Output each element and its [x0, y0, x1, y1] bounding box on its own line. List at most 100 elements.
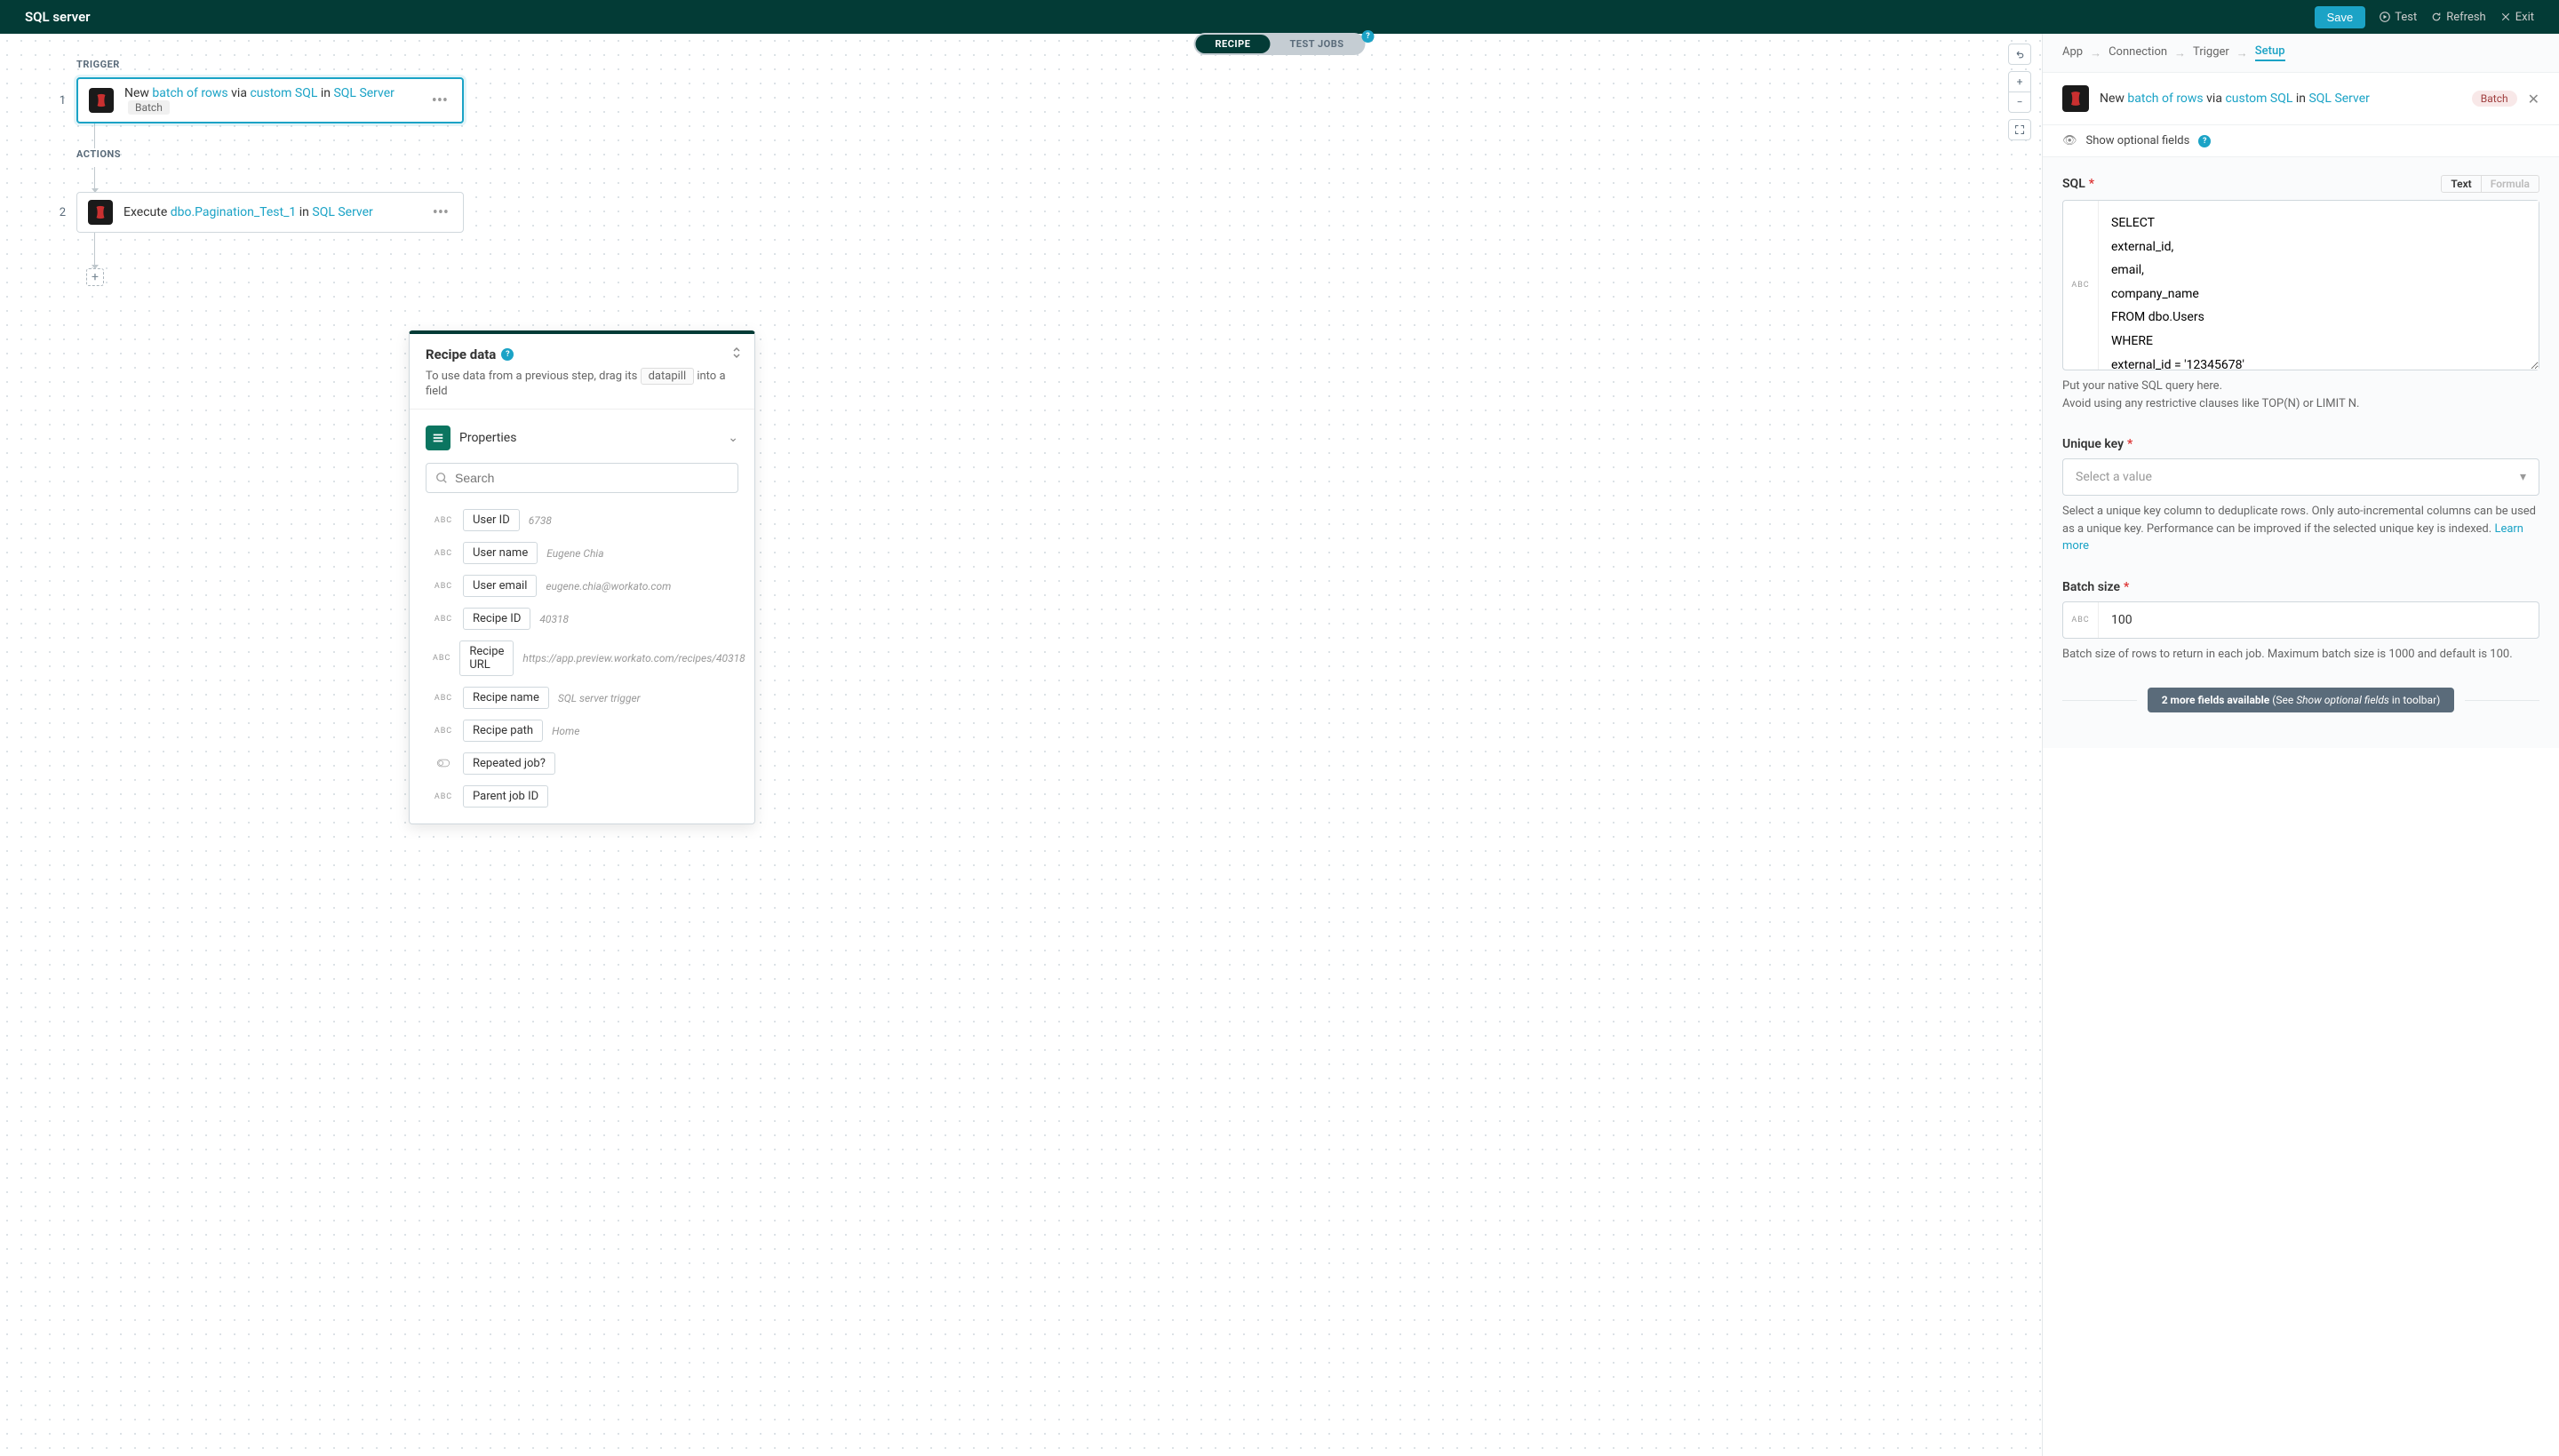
chevron-down-icon: ⌄	[728, 431, 738, 445]
add-step-button[interactable]: +	[86, 268, 104, 286]
zoom-in-button[interactable]: +	[2008, 71, 2031, 92]
page-title: SQL server	[25, 9, 91, 25]
help-icon[interactable]: ?	[2198, 135, 2211, 147]
fit-button[interactable]	[2008, 119, 2031, 140]
datapill[interactable]: Recipe ID	[463, 608, 530, 630]
refresh-icon	[2431, 12, 2442, 22]
type-indicator: ABC	[433, 694, 454, 703]
crumb-app[interactable]: App	[2062, 45, 2083, 60]
datapill-item[interactable]: ABC Recipe ID 40318	[433, 602, 738, 635]
properties-section[interactable]: Properties ⌄	[426, 420, 738, 463]
unique-key-select[interactable]: Select a value ▾	[2062, 458, 2539, 496]
type-indicator	[433, 758, 454, 770]
datapill-item[interactable]: ABC Parent job ID	[433, 780, 738, 813]
save-button[interactable]: Save	[2315, 6, 2366, 28]
help-icon[interactable]: ?	[501, 348, 514, 361]
sample-value: Home	[552, 725, 579, 737]
datapill-item[interactable]: ABC Recipe name SQL server trigger	[433, 681, 738, 714]
config-sidebar: App → Connection → Trigger → Setup New b…	[2042, 34, 2559, 1456]
more-fields-banner[interactable]: 2 more fields available (See Show option…	[2148, 688, 2455, 712]
sidebar-title: New batch of rows via custom SQL in SQL …	[2100, 91, 2461, 106]
datapill-item[interactable]: ABCRecipe URLhttps://app.preview.workato…	[433, 635, 738, 681]
formula-mode-tab[interactable]: Formula	[2481, 175, 2539, 193]
step-number: 1	[53, 94, 66, 107]
type-indicator: ABC	[433, 615, 454, 624]
play-circle-icon	[2380, 12, 2390, 22]
undo-icon	[2014, 49, 2025, 60]
datapill-item[interactable]: ABCUser nameEugene Chia	[433, 537, 738, 569]
app-header: SQL server Save Test Refresh Exit	[0, 0, 2559, 34]
batch-size-input[interactable]: 100	[2099, 602, 2539, 638]
close-icon	[2500, 12, 2511, 22]
batch-size-help: Batch size of rows to return in each job…	[2062, 646, 2539, 664]
recipe-canvas: + − TRIGGER 1 New batch of rows via cust…	[0, 34, 2042, 1456]
sample-value: SQL server trigger	[558, 692, 641, 704]
expand-icon[interactable]	[731, 346, 742, 362]
undo-button[interactable]	[2008, 44, 2031, 65]
tab-test-jobs[interactable]: TEST JOBS	[1270, 35, 1363, 53]
sql-field-label: SQL	[2062, 177, 2085, 191]
search-input-wrap[interactable]	[426, 463, 738, 493]
type-indicator: ABC	[433, 792, 454, 801]
batch-size-label: Batch size	[2062, 580, 2120, 594]
datapill[interactable]: Repeated job?	[463, 752, 555, 775]
step-description: Execute dbo.Pagination_Test_1 in SQL Ser…	[124, 205, 419, 219]
step-menu-button[interactable]: •••	[428, 91, 451, 110]
tab-recipe[interactable]: RECIPE	[1196, 35, 1271, 53]
chevron-down-icon: ▾	[2520, 470, 2526, 484]
fit-icon	[2014, 124, 2025, 135]
sample-value: 6738	[529, 514, 552, 527]
show-optional-toggle[interactable]: Show optional fields	[2086, 134, 2190, 147]
refresh-button[interactable]: Refresh	[2431, 11, 2485, 24]
datapill-search-input[interactable]	[455, 471, 729, 485]
type-indicator: ABC	[433, 727, 454, 736]
help-icon[interactable]: ?	[1362, 30, 1375, 43]
type-indicator: ABC	[2063, 602, 2099, 638]
properties-icon	[426, 426, 450, 450]
unique-key-label: Unique key	[2062, 437, 2124, 451]
sqlserver-icon	[2062, 85, 2089, 112]
actions-section-label: ACTIONS	[76, 148, 2042, 160]
zoom-out-button[interactable]: −	[2008, 91, 2031, 113]
datapill[interactable]: User email	[463, 575, 537, 597]
sqlserver-icon	[88, 200, 113, 225]
view-tabs: RECIPE TEST JOBS ?	[1194, 33, 1366, 55]
crumb-trigger[interactable]: Trigger	[2193, 45, 2229, 60]
datapill[interactable]: Recipe name	[463, 687, 549, 709]
datapill-tag: datapill	[641, 368, 695, 385]
recipe-data-title: Recipe data	[426, 346, 496, 362]
datapill[interactable]: Recipe URL	[459, 640, 514, 676]
datapill[interactable]: Parent job ID	[463, 785, 548, 808]
datapill-item[interactable]: ABCUser emaileugene.chia@workato.com	[433, 569, 738, 602]
crumb-connection[interactable]: Connection	[2109, 45, 2167, 60]
type-indicator: ABC	[433, 654, 450, 663]
step-menu-button[interactable]: •••	[429, 203, 452, 222]
sqlserver-icon	[89, 88, 114, 113]
exit-button[interactable]: Exit	[2500, 11, 2534, 24]
crumb-setup[interactable]: Setup	[2255, 44, 2285, 61]
step-description: New batch of rows via custom SQL in SQL …	[124, 86, 418, 115]
action-step-card[interactable]: Execute dbo.Pagination_Test_1 in SQL Ser…	[76, 192, 464, 233]
test-button[interactable]: Test	[2380, 11, 2417, 24]
sql-help-text: Put your native SQL query here. Avoid us…	[2062, 378, 2539, 412]
datapill[interactable]: Recipe path	[463, 720, 543, 742]
text-mode-tab[interactable]: Text	[2441, 175, 2481, 193]
trigger-step-card[interactable]: New batch of rows via custom SQL in SQL …	[76, 77, 464, 123]
type-indicator: ABC	[2063, 201, 2099, 370]
type-indicator: ABC	[433, 516, 454, 525]
close-sidebar-button[interactable]: ✕	[2528, 91, 2539, 107]
datapill[interactable]: User name	[463, 542, 538, 564]
batch-badge: Batch	[128, 100, 170, 115]
datapill-item[interactable]: ABC Recipe path Home	[433, 714, 738, 747]
arrow-icon: →	[2236, 46, 2248, 60]
datapill-item[interactable]: Repeated job?	[433, 747, 738, 780]
trigger-section-label: TRIGGER	[76, 59, 2042, 70]
datapill[interactable]: User ID	[463, 509, 520, 531]
sample-value: 40318	[539, 613, 569, 625]
arrow-icon: →	[2174, 46, 2186, 60]
search-icon	[435, 472, 448, 484]
datapill-item[interactable]: ABC User ID 6738	[433, 504, 738, 537]
sample-value: https://app.preview.workato.com/recipes/…	[522, 652, 745, 664]
type-indicator: ABC	[433, 582, 454, 591]
sql-input[interactable]	[2099, 201, 2539, 370]
